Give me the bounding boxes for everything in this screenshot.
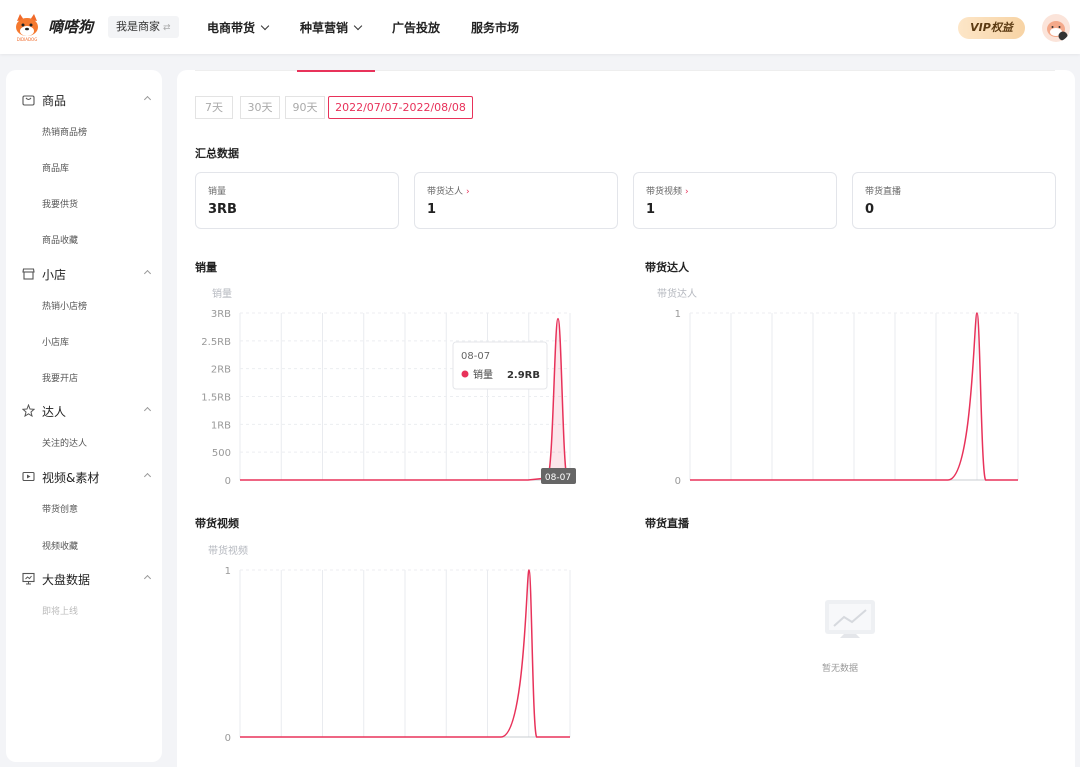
y-tick-label: 500 bbox=[212, 448, 231, 459]
empty-chart-icon bbox=[825, 600, 875, 638]
tooltip-box bbox=[452, 341, 548, 390]
empty-text: 暂无数据 bbox=[822, 664, 859, 674]
y-tick-label: 0 bbox=[225, 733, 231, 744]
y-axis-label: 带货达人 bbox=[657, 287, 697, 300]
y-tick-label: 1 bbox=[675, 309, 681, 320]
x-marker-label: 08-07 bbox=[545, 473, 571, 483]
y-axis-label: 带货视频 bbox=[208, 544, 248, 557]
y-tick-label: 1 bbox=[225, 566, 231, 577]
y-tick-label: 1.5RB bbox=[201, 393, 231, 404]
y-tick-label: 3RB bbox=[211, 309, 231, 320]
empty-state: 暂无数据 bbox=[810, 598, 882, 708]
tooltip-value: 2.9RB bbox=[507, 370, 540, 381]
tooltip-date: 08-07 bbox=[461, 351, 490, 362]
charts-canvas: 销量 0 500 1RB 1.5RB 2RB 2.5RB 3RB 08-07 08-07 销量 2.9… bbox=[201, 287, 1019, 744]
y-tick-label: 0 bbox=[225, 476, 231, 487]
y-axis-label: 销量 bbox=[212, 287, 232, 300]
tooltip-series-name: 销量 bbox=[473, 368, 493, 381]
y-tick-label: 2RB bbox=[211, 365, 231, 376]
tooltip-dot bbox=[461, 370, 469, 378]
y-tick-label: 1RB bbox=[211, 420, 231, 431]
y-tick-label: 0 bbox=[675, 476, 681, 487]
y-tick-label: 2.5RB bbox=[201, 337, 231, 348]
